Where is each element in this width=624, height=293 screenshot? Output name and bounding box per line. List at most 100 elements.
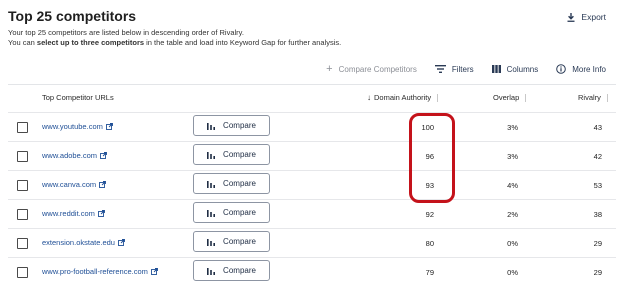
columns-label: Columns xyxy=(506,64,539,74)
row-select-checkbox[interactable] xyxy=(17,209,28,220)
column-header-domain-authority[interactable]: ↓ Domain Authority xyxy=(367,93,439,103)
overlap-value: 3% xyxy=(507,152,518,161)
column-header-url[interactable]: Top Competitor URLs xyxy=(42,93,114,102)
column-header-rivalry-label: Rivalry xyxy=(578,93,601,102)
compare-label: Compare xyxy=(223,237,256,246)
description-line-2: You can select up to three competitors i… xyxy=(8,38,341,48)
description-line-1: Your top 25 competitors are listed below… xyxy=(8,28,244,37)
competitor-url-link[interactable]: www.adobe.com xyxy=(42,151,107,160)
compare-label: Compare xyxy=(223,121,256,130)
column-resize-handle[interactable] xyxy=(606,94,608,103)
external-link-icon[interactable] xyxy=(118,239,125,246)
bar-chart-icon xyxy=(207,180,216,188)
sort-arrow-down-icon: ↓ xyxy=(367,93,371,102)
external-link-icon[interactable] xyxy=(105,123,113,130)
column-header-url-label: Top Competitor URLs xyxy=(42,93,114,102)
competitor-url-text: www.canva.com xyxy=(42,180,97,189)
competitor-url-link[interactable]: extension.okstate.edu xyxy=(42,238,125,247)
compare-button[interactable]: Compare xyxy=(193,231,270,252)
more-info-label: More Info xyxy=(572,64,606,74)
competitor-url-text: www.pro-football-reference.com xyxy=(42,267,148,276)
overlap-value: 0% xyxy=(507,239,518,248)
competitor-url-text: www.adobe.com xyxy=(42,151,98,160)
domain-authority-value: 79 xyxy=(425,268,434,277)
table-row: www.pro-football-reference.com Compare 7… xyxy=(0,258,624,287)
bar-chart-icon xyxy=(207,151,216,159)
competitor-url-link[interactable]: www.reddit.com xyxy=(42,209,105,218)
compare-label: Compare xyxy=(223,266,256,275)
info-icon xyxy=(556,64,567,74)
overlap-value: 2% xyxy=(507,210,518,219)
table-row: www.canva.com Compare 93 4% 53 xyxy=(0,171,624,200)
column-header-rivalry[interactable]: Rivalry xyxy=(578,93,608,103)
table-header: Top Competitor URLs ↓ Domain Authority Ov… xyxy=(0,85,624,109)
compare-competitors-label: Compare Competitors xyxy=(338,64,417,74)
row-select-checkbox[interactable] xyxy=(17,151,28,162)
competitor-url-link[interactable]: www.youtube.com xyxy=(42,122,113,131)
filters-label: Filters xyxy=(451,64,474,74)
rivalry-value: 29 xyxy=(593,268,602,277)
rivalry-value: 43 xyxy=(593,123,602,132)
page-title: Top 25 competitors xyxy=(8,8,137,24)
more-info-button[interactable]: More Info xyxy=(556,64,606,74)
table-row: www.reddit.com Compare 92 2% 38 xyxy=(0,200,624,229)
domain-authority-value: 80 xyxy=(425,239,434,248)
export-button[interactable]: Export xyxy=(567,12,606,22)
compare-button[interactable]: Compare xyxy=(193,202,270,223)
rivalry-value: 42 xyxy=(593,152,602,161)
export-label: Export xyxy=(581,12,606,22)
column-resize-handle[interactable] xyxy=(525,94,527,103)
rivalry-value: 53 xyxy=(593,181,602,190)
row-select-checkbox[interactable] xyxy=(17,180,28,191)
compare-button[interactable]: Compare xyxy=(193,173,270,194)
column-header-domain-authority-label: Domain Authority xyxy=(374,93,432,102)
competitor-url-link[interactable]: www.pro-football-reference.com xyxy=(42,267,158,276)
description-text: You can xyxy=(8,38,37,47)
bar-chart-icon xyxy=(207,238,216,246)
compare-competitors-button[interactable]: + Compare Competitors xyxy=(326,63,417,75)
compare-label: Compare xyxy=(223,208,256,217)
row-select-checkbox[interactable] xyxy=(17,267,28,278)
compare-button[interactable]: Compare xyxy=(193,115,270,136)
bar-chart-icon xyxy=(207,122,216,130)
page-description: Your top 25 competitors are listed below… xyxy=(8,28,341,48)
bar-chart-icon xyxy=(207,267,216,275)
competitor-url-text: www.youtube.com xyxy=(42,122,103,131)
columns-button[interactable]: Columns xyxy=(491,64,539,74)
description-text-end: in the table and load into Keyword Gap f… xyxy=(144,38,342,47)
description-bold: select up to three competitors xyxy=(36,38,145,47)
table-toolbar: + Compare Competitors Filters Columns Mo… xyxy=(326,63,606,75)
row-select-checkbox[interactable] xyxy=(17,238,28,249)
overlap-value: 0% xyxy=(507,268,518,277)
bar-chart-icon xyxy=(207,209,216,217)
external-link-icon[interactable] xyxy=(99,181,107,188)
download-icon xyxy=(567,12,575,22)
rivalry-value: 29 xyxy=(593,239,602,248)
domain-authority-value: 92 xyxy=(425,210,434,219)
compare-label: Compare xyxy=(223,179,256,188)
columns-icon xyxy=(491,65,501,73)
column-header-overlap-label: Overlap xyxy=(493,93,520,102)
external-link-icon[interactable] xyxy=(150,268,158,275)
column-resize-handle[interactable] xyxy=(437,94,439,103)
compare-button[interactable]: Compare xyxy=(193,144,270,165)
compare-label: Compare xyxy=(223,150,256,159)
row-select-checkbox[interactable] xyxy=(17,122,28,133)
compare-button[interactable]: Compare xyxy=(193,260,270,281)
overlap-value: 3% xyxy=(507,123,518,132)
external-link-icon[interactable] xyxy=(100,152,107,159)
rivalry-value: 38 xyxy=(593,210,602,219)
overlap-value: 4% xyxy=(507,181,518,190)
domain-authority-highlight xyxy=(409,113,455,203)
table-row: www.youtube.com Compare 100 3% 43 xyxy=(0,113,624,142)
competitor-url-text: www.reddit.com xyxy=(42,209,95,218)
table-row: extension.okstate.edu Compare 80 0% 29 xyxy=(0,229,624,258)
filters-button[interactable]: Filters xyxy=(434,64,474,74)
table-row: www.adobe.com Compare 96 3% 42 xyxy=(0,142,624,171)
plus-icon: + xyxy=(326,63,333,75)
competitor-url-link[interactable]: www.canva.com xyxy=(42,180,107,189)
filter-icon xyxy=(434,65,446,73)
competitor-url-text: extension.okstate.edu xyxy=(42,238,115,247)
external-link-icon[interactable] xyxy=(97,210,105,217)
column-header-overlap[interactable]: Overlap xyxy=(493,93,527,103)
